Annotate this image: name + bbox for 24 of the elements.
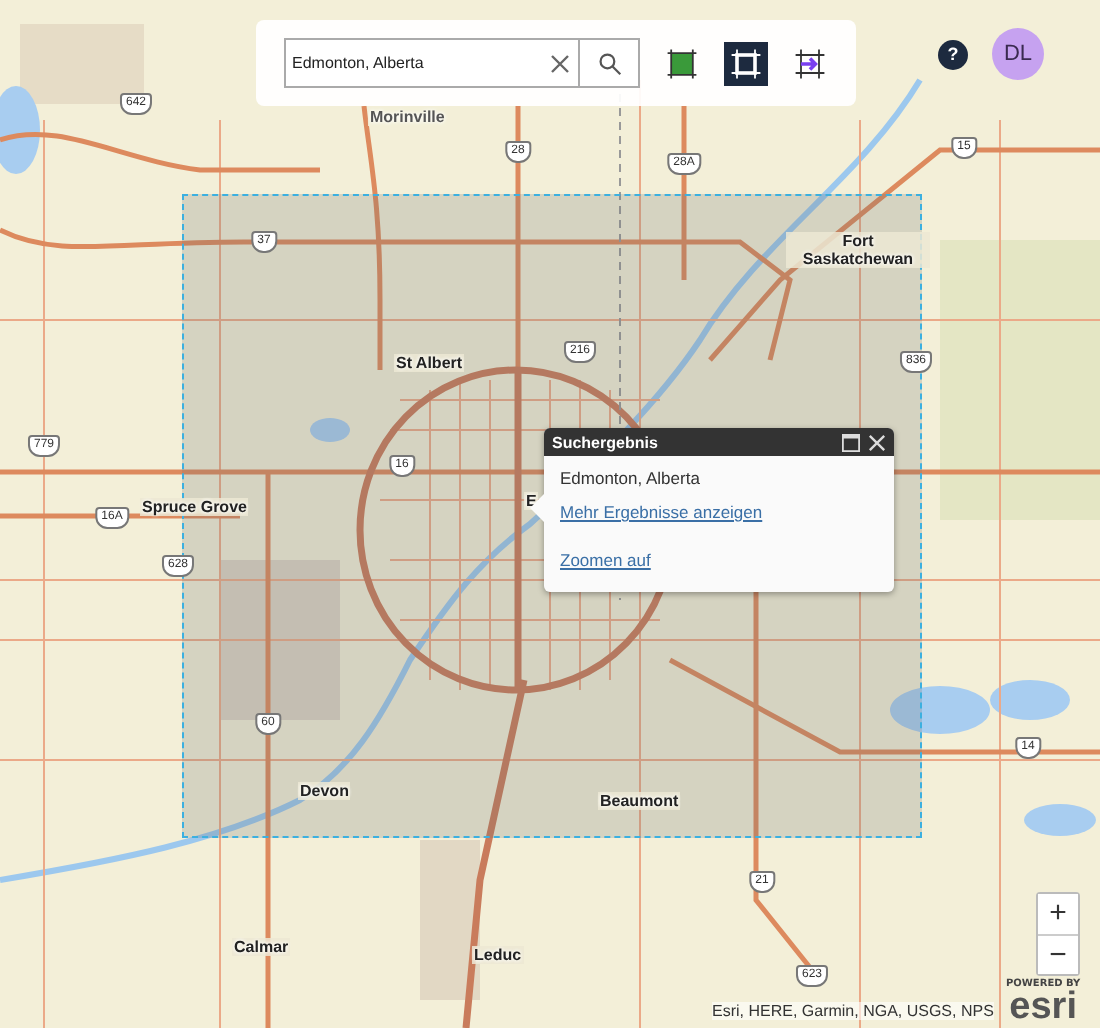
tool-button[interactable] <box>724 41 768 85</box>
result-text: Edmonton, Alberta <box>560 468 700 488</box>
square-icon <box>664 45 700 81</box>
place-label: Beaumont <box>598 792 681 810</box>
arrow-grid-icon <box>792 45 828 81</box>
attribution-text: Esri, HERE, Garmin, NGA, USGS, NPS <box>712 1002 994 1020</box>
search-icon <box>597 51 621 75</box>
search-field[interactable]: Edmonton, Alberta <box>284 38 580 88</box>
popup-title: Suchergebnis <box>552 433 660 451</box>
maximize-icon[interactable] <box>842 433 860 451</box>
esri-logo: esri <box>1009 990 1077 1026</box>
place-label: Calmar <box>232 938 291 956</box>
place-label: Devon <box>298 782 351 800</box>
place-label: Fort Saskatchewan <box>786 232 930 268</box>
search-button[interactable] <box>580 38 640 88</box>
zoom-out-button[interactable]: − <box>1038 934 1078 974</box>
place-label: Leduc <box>472 946 524 964</box>
place-label: St Albert <box>394 354 465 372</box>
frame-icon <box>728 45 764 81</box>
close-icon[interactable] <box>550 54 570 74</box>
popup-link[interactable]: Zoomen auf <box>560 550 651 570</box>
place-label: Spruce Grove <box>140 498 249 516</box>
popup-link[interactable]: Mehr Ergebnisse anzeigen <box>560 502 763 522</box>
place-label: Morinville <box>368 108 447 126</box>
